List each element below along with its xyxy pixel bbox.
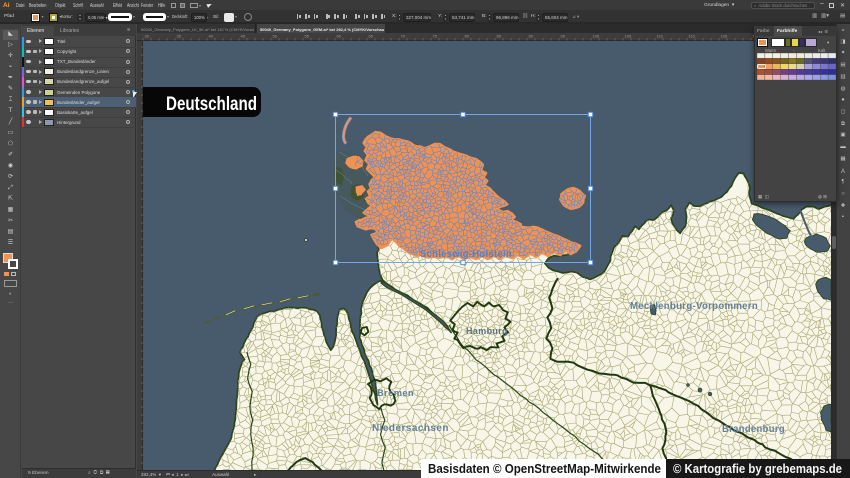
- svg-text:110: 110: [657, 34, 664, 39]
- svg-text:30: 30: [145, 34, 150, 39]
- svg-text:Brandenburg: Brandenburg: [722, 423, 785, 435]
- svg-text:65: 65: [369, 34, 374, 39]
- svg-text:60: 60: [337, 34, 342, 39]
- svg-text:70: 70: [401, 34, 406, 39]
- svg-text:115: 115: [689, 34, 696, 39]
- svg-text:50: 50: [273, 34, 278, 39]
- svg-text:55: 55: [305, 34, 310, 39]
- svg-text:95: 95: [561, 34, 566, 39]
- svg-text:80: 80: [465, 34, 470, 39]
- svg-text:Schleswig-Holstein: Schleswig-Holstein: [420, 248, 512, 260]
- svg-text:Deutschland: Deutschland: [166, 94, 257, 115]
- svg-text:Hamburg: Hamburg: [466, 326, 508, 337]
- svg-text:35: 35: [177, 34, 182, 39]
- svg-text:© Kartografie by grebemaps.de: © Kartografie by grebemaps.de: [673, 461, 842, 476]
- svg-text:75: 75: [433, 34, 438, 39]
- svg-text:45: 45: [241, 34, 246, 39]
- svg-text:Niedersachsen: Niedersachsen: [372, 422, 449, 434]
- svg-text:Mecklenburg-Vorpommern: Mecklenburg-Vorpommern: [630, 301, 758, 312]
- svg-text:40: 40: [209, 34, 214, 39]
- svg-text:Basisdaten © OpenStreetMap-Mit: Basisdaten © OpenStreetMap-Mitwirkende: [428, 461, 661, 476]
- svg-text:90: 90: [529, 34, 534, 39]
- svg-text:Bremen: Bremen: [377, 388, 414, 399]
- svg-text:105: 105: [625, 34, 632, 39]
- svg-text:85: 85: [497, 34, 502, 39]
- svg-text:120: 120: [721, 34, 728, 39]
- svg-text:100: 100: [593, 34, 600, 39]
